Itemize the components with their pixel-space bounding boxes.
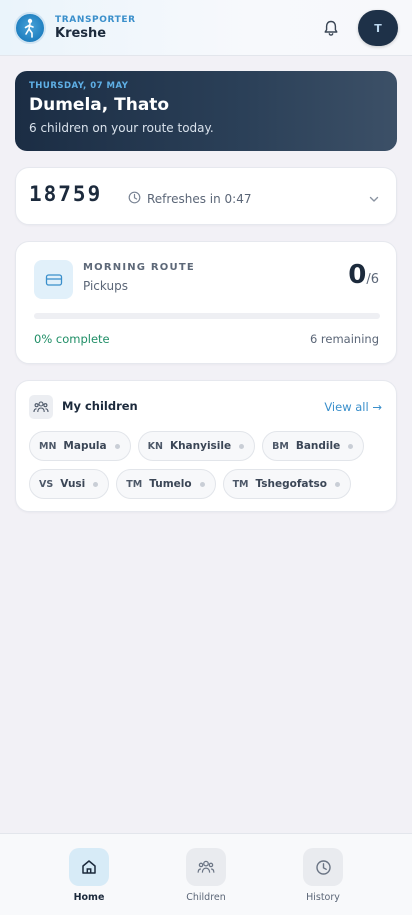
runner-logo-icon bbox=[14, 11, 46, 44]
child-chip[interactable]: TM Tshegofatso bbox=[222, 469, 351, 499]
child-name: Khanyisile bbox=[169, 440, 232, 452]
avatar[interactable]: T bbox=[358, 10, 398, 46]
refresh-timer: Refreshes in 0:47 bbox=[128, 189, 251, 208]
people-icon bbox=[29, 395, 53, 419]
pickup-code: 18759 bbox=[29, 182, 103, 206]
refresh-label: Refreshes in 0:47 bbox=[147, 191, 252, 206]
route-progress-bar bbox=[34, 313, 380, 319]
route-card[interactable]: MORNING ROUTE Pickups 0 /6 0% complete 6… bbox=[15, 241, 397, 364]
route-count: 0 /6 bbox=[348, 260, 379, 290]
nav-history[interactable]: History bbox=[288, 848, 358, 903]
bottom-nav: Home Children History bbox=[0, 833, 412, 915]
status-dot bbox=[199, 481, 205, 487]
remaining-label: 6 remaining bbox=[309, 332, 379, 346]
nav-children[interactable]: Children bbox=[171, 848, 241, 903]
child-chip[interactable]: KN Khanyisile bbox=[137, 431, 256, 461]
route-title: MORNING ROUTE bbox=[83, 262, 195, 273]
status-dot bbox=[239, 443, 245, 449]
greeting-card: THURSDAY, 07 MAY Dumela, Thato 6 childre… bbox=[15, 71, 397, 151]
home-icon bbox=[69, 848, 109, 886]
progress-label: 0% complete bbox=[34, 332, 110, 346]
brand: TRANSPORTER Kreshe bbox=[55, 15, 136, 41]
child-chip[interactable]: BM Bandile bbox=[262, 431, 365, 461]
child-initials: MN bbox=[39, 440, 57, 452]
greeting-date: THURSDAY, 07 MAY bbox=[29, 81, 129, 91]
route-subtitle: Pickups bbox=[83, 279, 128, 293]
ticket-icon bbox=[34, 260, 73, 299]
status-dot bbox=[348, 443, 354, 449]
status-dot bbox=[114, 443, 120, 449]
route-done-count: 0 bbox=[348, 260, 367, 290]
people-icon bbox=[186, 848, 226, 886]
code-card[interactable]: 18759 Refreshes in 0:47 bbox=[15, 167, 397, 225]
greeting-title: Dumela, Thato bbox=[29, 95, 170, 115]
child-name: Bandile bbox=[295, 440, 341, 452]
child-chip[interactable]: TM Tumelo bbox=[116, 469, 216, 499]
nav-label-home: Home bbox=[73, 892, 105, 903]
child-name: Mapula bbox=[63, 440, 107, 452]
children-title: My children bbox=[62, 399, 138, 413]
brand-role: TRANSPORTER bbox=[55, 14, 136, 25]
child-chip[interactable]: VS Vusi bbox=[29, 469, 110, 499]
child-name: Vusi bbox=[60, 478, 86, 490]
child-chip[interactable]: MN Mapula bbox=[29, 431, 131, 461]
status-dot bbox=[335, 481, 340, 487]
app-header: TRANSPORTER Kreshe T bbox=[0, 0, 412, 56]
nav-home[interactable]: Home bbox=[54, 848, 124, 903]
status-dot bbox=[93, 481, 99, 487]
child-initials: BM bbox=[272, 440, 289, 452]
nav-label-children: Children bbox=[186, 892, 226, 903]
children-card: My children View all → MN Mapula KN Khanyis… bbox=[15, 380, 397, 512]
nav-label-history: History bbox=[306, 892, 340, 903]
clock-icon bbox=[303, 848, 343, 886]
child-initials: TM bbox=[126, 478, 143, 490]
clock-icon bbox=[128, 189, 141, 208]
bell-icon[interactable] bbox=[322, 19, 340, 37]
child-initials: VS bbox=[39, 478, 54, 490]
brand-name: Kreshe bbox=[55, 25, 107, 41]
children-chips: MN Mapula KN Khanyisile BM Bandile VS Vusi TM Tum… bbox=[29, 431, 379, 499]
view-all-link[interactable]: View all → bbox=[324, 400, 382, 414]
chevron-down-icon[interactable] bbox=[368, 190, 380, 209]
route-total-count: /6 bbox=[366, 272, 379, 287]
greeting-subtitle: 6 children on your route today. bbox=[29, 121, 214, 135]
child-name: Tshegofatso bbox=[255, 478, 327, 490]
child-initials: KN bbox=[147, 440, 163, 452]
child-initials: TM bbox=[232, 478, 249, 490]
child-name: Tumelo bbox=[149, 478, 192, 490]
